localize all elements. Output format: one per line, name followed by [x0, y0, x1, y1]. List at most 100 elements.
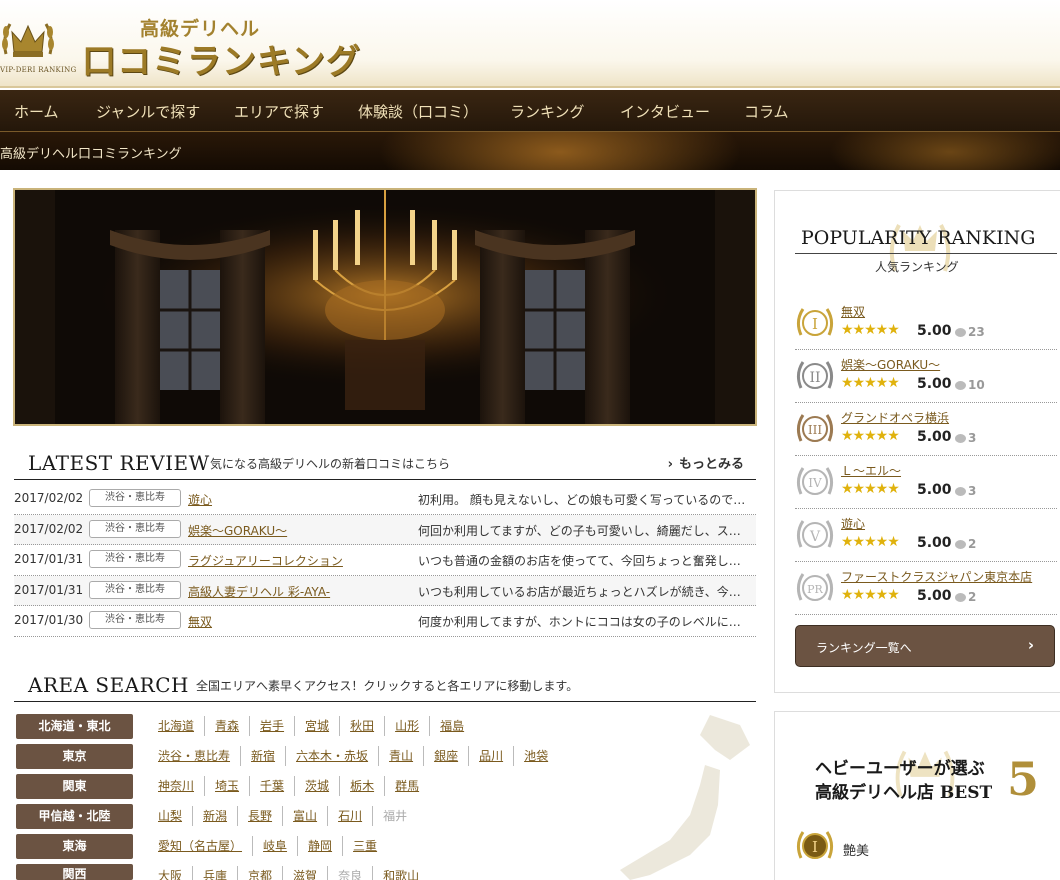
- prefecture-link[interactable]: 埼玉: [215, 776, 251, 796]
- prefecture-link[interactable]: 富山: [293, 806, 329, 826]
- nav-area[interactable]: エリアで探す: [234, 101, 324, 122]
- prefecture-link[interactable]: 新宿: [251, 746, 287, 766]
- prefecture-link[interactable]: 栃木: [350, 776, 386, 796]
- prefecture-link[interactable]: 京都: [248, 866, 284, 880]
- nav-reviews[interactable]: 体験談（口コミ）: [358, 101, 478, 122]
- prefecture-link[interactable]: 銀座: [434, 746, 470, 766]
- review-excerpt[interactable]: 何度か利用してますが、ホントにココは女の子のレベルに…: [418, 613, 754, 630]
- logo-text-main[interactable]: 口コミランキング: [82, 34, 361, 83]
- svg-text:IV: IV: [808, 476, 822, 490]
- prefecture-link[interactable]: 山形: [395, 716, 431, 736]
- ranking-shop-link[interactable]: Ｌ～エル～: [841, 462, 901, 479]
- region-koshinetsu-hokuriku-button[interactable]: 甲信越・北陸: [16, 804, 133, 829]
- review-area-tag[interactable]: 渋谷・恵比寿: [89, 550, 181, 568]
- ranking-item[interactable]: I 無双 ★★★★★ 5.00 23: [795, 297, 1057, 350]
- review-excerpt[interactable]: 初利用。 顔も見えないし、どの娘も可愛く写っているので…: [418, 491, 754, 508]
- ranking-item[interactable]: II 娯楽～GORAKU～ ★★★★★ 5.00 10: [795, 350, 1057, 403]
- ranking-shop-link[interactable]: ファーストクラスジャパン東京本店: [841, 568, 1032, 585]
- prefecture-link[interactable]: 福島: [440, 716, 474, 736]
- review-shop-link[interactable]: 無双: [188, 613, 212, 630]
- ranking-shop-link[interactable]: 無双: [841, 303, 865, 320]
- ranking-item[interactable]: III グランドオペラ横浜 ★★★★★ 5.00 3: [795, 403, 1057, 456]
- prefecture-link[interactable]: 愛知（名古屋）: [158, 836, 254, 856]
- area-search-header: AREA SEARCH 全国エリアへ素早くアクセス！クリックすると各エリアに移動…: [14, 666, 756, 702]
- review-excerpt[interactable]: いつも普通の金額のお店を使ってて、今回ちょっと奮発し…: [418, 552, 754, 569]
- prefecture-link[interactable]: 大阪: [158, 866, 194, 880]
- rating-stars-icon: ★★★★★: [841, 322, 900, 338]
- prefecture-link[interactable]: 品川: [479, 746, 515, 766]
- rank-3-medal-icon: III: [796, 414, 834, 442]
- ranking-shop-link[interactable]: グランドオペラ横浜: [841, 409, 949, 426]
- ranking-list-button[interactable]: ランキング一覧へ ›: [795, 625, 1055, 667]
- ranking-item[interactable]: V 遊心 ★★★★★ 5.00 2: [795, 509, 1057, 562]
- review-excerpt[interactable]: 何回か利用してますが、どの子も可愛いし、綺麗だし、ス…: [418, 522, 754, 539]
- review-row[interactable]: 2017/01/31 渋谷・恵比寿 ラグジュアリーコレクション いつも普通の金額…: [14, 545, 756, 576]
- prefecture-link[interactable]: 渋谷・恵比寿: [158, 746, 242, 766]
- region-tokyo-button[interactable]: 東京: [16, 744, 133, 769]
- latest-review-subtitle: 気になる高級デリヘルの新着口コミはこちら: [210, 457, 451, 471]
- prefecture-link[interactable]: 石川: [338, 806, 374, 826]
- breadcrumb[interactable]: 高級デリヘル口コミランキング: [0, 143, 182, 162]
- region-hokkaido-tohoku-button[interactable]: 北海道・東北: [16, 714, 133, 739]
- comment-bubble-icon: [955, 540, 966, 549]
- review-row[interactable]: 2017/02/02 渋谷・恵比寿 遊心 初利用。 顔も見えないし、どの娘も可愛…: [14, 484, 756, 515]
- review-area-tag[interactable]: 渋谷・恵比寿: [89, 580, 181, 599]
- review-shop-link[interactable]: 高級人妻デリヘル 彩-AYA-: [188, 583, 330, 600]
- review-area-tag[interactable]: 渋谷・恵比寿: [89, 519, 181, 538]
- prefecture-link[interactable]: 岩手: [260, 716, 296, 736]
- popularity-ranking-subtitle: 人気ランキング: [875, 260, 959, 274]
- review-shop-link[interactable]: ラグジュアリーコレクション: [188, 552, 343, 569]
- best5-item-name[interactable]: 艶美: [843, 840, 869, 859]
- prefecture-link[interactable]: 群馬: [395, 776, 429, 796]
- ranking-shop-link[interactable]: 娯楽～GORAKU～: [841, 356, 940, 373]
- review-shop-link[interactable]: 娯楽～GORAKU～: [188, 522, 287, 539]
- prefecture-link[interactable]: 秋田: [350, 716, 386, 736]
- prefecture-link[interactable]: 和歌山: [383, 866, 429, 880]
- prefecture-link[interactable]: 神奈川: [158, 776, 206, 796]
- region-kansai-button[interactable]: 関西: [16, 864, 133, 880]
- prefecture-link[interactable]: 滋賀: [293, 866, 329, 880]
- review-area-tag[interactable]: 渋谷・恵比寿: [89, 489, 181, 507]
- prefecture-link[interactable]: 長野: [248, 806, 284, 826]
- prefecture-link[interactable]: 茨城: [305, 776, 341, 796]
- review-shop-link[interactable]: 遊心: [188, 491, 212, 508]
- best5-title-line1: ヘビーユーザーが選ぶ: [815, 759, 985, 779]
- review-row[interactable]: 2017/02/02 渋谷・恵比寿 娯楽～GORAKU～ 何回か利用してますが、…: [14, 514, 756, 545]
- nav-column[interactable]: コラム: [744, 101, 789, 122]
- prefecture-link[interactable]: 北海道: [158, 716, 206, 736]
- review-row[interactable]: 2017/01/30 渋谷・恵比寿 無双 何度か利用してますが、ホントにココは女…: [14, 606, 756, 637]
- chandelier-room-illustration: [15, 190, 755, 424]
- best5-panel: ヘビーユーザーが選ぶ 高級デリヘル店 BEST 5 I 艶美: [774, 711, 1060, 880]
- prefecture-link[interactable]: 六本木・赤坂: [296, 746, 380, 766]
- nav-home[interactable]: ホーム: [14, 101, 59, 122]
- prefecture-link[interactable]: 兵庫: [203, 866, 239, 880]
- ranking-shop-link[interactable]: 遊心: [841, 515, 865, 532]
- logo-subtitle: VIP-DERI RANKING: [0, 66, 77, 74]
- comment-bubble-icon: [955, 434, 966, 443]
- prefecture-link[interactable]: 三重: [353, 836, 387, 856]
- svg-text:PR: PR: [807, 583, 823, 596]
- nav-interview[interactable]: インタビュー: [620, 101, 710, 122]
- region-kanto-button[interactable]: 関東: [16, 774, 133, 799]
- review-excerpt[interactable]: いつも利用しているお店が最近ちょっとハズレが続き、今…: [418, 583, 754, 600]
- more-reviews-link[interactable]: › もっとみる: [668, 453, 744, 472]
- prefecture-link[interactable]: 池袋: [524, 746, 558, 766]
- region-tokai-button[interactable]: 東海: [16, 834, 133, 859]
- prefecture-link[interactable]: 静岡: [308, 836, 344, 856]
- prefecture-link[interactable]: 宮城: [305, 716, 341, 736]
- prefecture-link[interactable]: 山梨: [158, 806, 194, 826]
- ranking-item[interactable]: IV Ｌ～エル～ ★★★★★ 5.00 3: [795, 456, 1057, 509]
- review-area-tag[interactable]: 渋谷・恵比寿: [89, 611, 181, 629]
- review-row[interactable]: 2017/01/31 渋谷・恵比寿 高級人妻デリヘル 彩-AYA- いつも利用し…: [14, 575, 756, 606]
- nav-genre[interactable]: ジャンルで探す: [96, 101, 200, 122]
- prefecture-link[interactable]: 千葉: [260, 776, 296, 796]
- prefecture-link[interactable]: 岐阜: [263, 836, 299, 856]
- rank-2-medal-icon: II: [796, 361, 834, 389]
- nav-ranking[interactable]: ランキング: [510, 101, 585, 122]
- rating-score: 5.00: [917, 323, 952, 339]
- prefecture-link[interactable]: 青森: [215, 716, 251, 736]
- ranking-item-pr[interactable]: PR ファーストクラスジャパン東京本店 ★★★★★ 5.00 2: [795, 562, 1057, 615]
- prefecture-link[interactable]: 新潟: [203, 806, 239, 826]
- rating-score: 5.00: [917, 429, 952, 445]
- prefecture-link[interactable]: 青山: [389, 746, 425, 766]
